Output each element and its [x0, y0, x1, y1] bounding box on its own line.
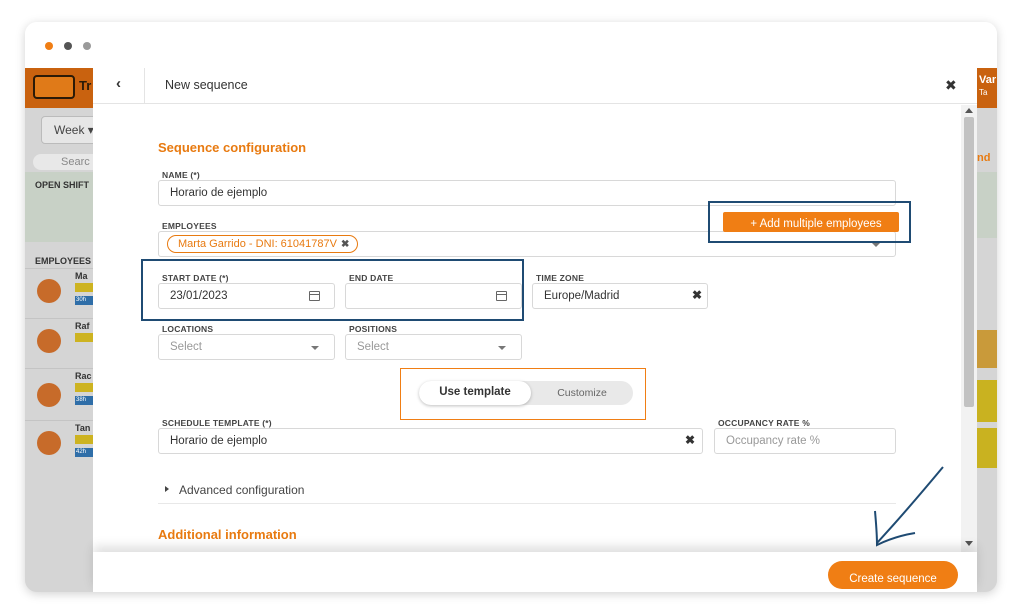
end-date-field[interactable]	[345, 283, 522, 309]
section-title-configuration: Sequence configuration	[158, 140, 307, 155]
employee-row[interactable]: Ma 30h	[25, 268, 93, 318]
window-dot-orange	[45, 42, 53, 50]
employee-name: Rac	[75, 371, 92, 381]
open-shifts-label: OPEN SHIFT	[25, 172, 93, 242]
scroll-up-icon[interactable]	[965, 108, 973, 113]
add-multiple-employees-button[interactable]: + Add multiple employees	[723, 212, 899, 232]
advanced-configuration-toggle[interactable]: Advanced configuration	[179, 483, 304, 497]
scroll-down-icon[interactable]	[965, 541, 973, 546]
employees-label: EMPLOYEES	[162, 221, 217, 231]
right-label: nd	[977, 152, 991, 164]
section-title-additional: Additional information	[158, 527, 297, 542]
employees-heading: EMPLOYEES	[35, 256, 92, 266]
hours-badge: 42h	[75, 448, 93, 457]
avatar	[37, 383, 61, 407]
employee-name: Raf	[75, 321, 90, 331]
app-area: Tr Week ▾ Searc OPEN SHIFT EMPLOYEES Ma …	[25, 68, 997, 592]
chevron-down-icon[interactable]	[872, 243, 880, 247]
week-selector[interactable]: Week ▾	[41, 116, 93, 144]
employee-chip[interactable]: Marta Garrido - DNI: 61041787V ✖	[167, 235, 359, 253]
window-dot-gray	[83, 42, 91, 50]
right-header-sub: Ta	[979, 88, 988, 97]
end-date-label: END DATE	[349, 273, 394, 283]
chevron-right-icon[interactable]	[165, 486, 169, 492]
employee-row[interactable]: Raf	[25, 318, 93, 368]
create-sequence-button[interactable]: Create sequence	[828, 561, 958, 589]
occupancy-input[interactable]: Occupancy rate %	[714, 428, 896, 454]
hours-badge: 30h	[75, 296, 93, 305]
avatar	[37, 431, 61, 455]
right-header: Var Ta	[977, 68, 997, 108]
employee-name: Tan	[75, 423, 91, 433]
timezone-value: Europe/Madrid	[544, 290, 620, 302]
start-date-value: 23/01/2023	[170, 290, 228, 302]
background-search[interactable]: Searc	[33, 154, 93, 170]
scrollbar[interactable]	[961, 105, 977, 552]
close-icon[interactable]: ✖	[945, 77, 957, 94]
use-template-option[interactable]: Use template	[419, 381, 531, 405]
clear-icon[interactable]: ✖	[685, 433, 695, 447]
divider	[158, 503, 896, 504]
chevron-left-icon[interactable]: ‹	[93, 68, 145, 104]
locations-placeholder: Select	[170, 341, 202, 353]
positions-select[interactable]: Select	[345, 334, 522, 360]
close-icon[interactable]: ✖	[341, 239, 349, 250]
locations-select[interactable]: Select	[158, 334, 335, 360]
warning-badge	[75, 435, 93, 444]
employee-name: Ma	[75, 271, 88, 281]
warning-badge	[75, 333, 93, 342]
employee-row[interactable]: Rac 38h	[25, 368, 93, 420]
occupancy-placeholder: Occupancy rate %	[726, 435, 820, 447]
background-schedule-right: Var Ta nd	[977, 68, 997, 592]
modal-footer: Create sequence	[93, 552, 977, 592]
calendar-icon[interactable]	[309, 291, 320, 301]
employee-row[interactable]: Tan 42h	[25, 420, 93, 470]
clear-icon[interactable]: ✖	[692, 288, 702, 302]
warning-badge	[75, 383, 93, 392]
template-toggle[interactable]: Use template Customize	[419, 381, 633, 405]
window-dot-dark	[64, 42, 72, 50]
chevron-down-icon[interactable]	[498, 346, 506, 350]
background-topbar: Tr	[25, 68, 93, 108]
timezone-field[interactable]: Europe/Madrid ✖	[532, 283, 708, 309]
start-date-field[interactable]: 23/01/2023	[158, 283, 335, 309]
start-date-label: START DATE (*)	[162, 273, 229, 283]
scroll-thumb[interactable]	[964, 117, 974, 407]
modal-title: New sequence	[165, 78, 248, 92]
background-schedule: Tr Week ▾ Searc OPEN SHIFT EMPLOYEES Ma …	[25, 68, 93, 592]
schedule-template-label: SCHEDULE TEMPLATE (*)	[162, 418, 272, 428]
avatar	[37, 279, 61, 303]
logo-icon	[33, 75, 75, 99]
modal-body: Sequence configuration NAME (*) Horario …	[93, 105, 961, 552]
right-header-text: Var	[979, 74, 997, 86]
calendar-icon[interactable]	[496, 291, 507, 301]
name-label: NAME (*)	[162, 170, 200, 180]
schedule-template-field[interactable]: Horario de ejemplo ✖	[158, 428, 703, 454]
hours-badge: 38h	[75, 396, 93, 405]
positions-placeholder: Select	[357, 341, 389, 353]
browser-window: Tr Week ▾ Searc OPEN SHIFT EMPLOYEES Ma …	[25, 22, 997, 592]
locations-label: LOCATIONS	[162, 324, 214, 334]
arrow-annotation-icon	[874, 466, 944, 547]
employee-chip-label: Marta Garrido - DNI: 61041787V	[178, 238, 337, 250]
schedule-template-value: Horario de ejemplo	[170, 435, 268, 447]
shift-cell[interactable]	[977, 428, 997, 468]
customize-option[interactable]: Customize	[531, 381, 633, 405]
new-sequence-modal: ‹ New sequence ✖ Sequence configuration …	[93, 68, 977, 592]
occupancy-label: OCCUPANCY RATE %	[718, 418, 810, 428]
timezone-label: TIME ZONE	[536, 273, 585, 283]
chevron-down-icon[interactable]	[311, 346, 319, 350]
window-chrome	[25, 22, 997, 68]
shift-cell[interactable]	[977, 330, 997, 368]
avatar	[37, 329, 61, 353]
shift-cell[interactable]	[977, 380, 997, 422]
brand-name: Tr	[79, 78, 92, 93]
open-shift-cell	[977, 172, 997, 238]
name-value: Horario de ejemplo	[170, 187, 268, 199]
modal-header: ‹ New sequence ✖	[93, 68, 977, 104]
positions-label: POSITIONS	[349, 324, 398, 334]
warning-badge	[75, 283, 93, 292]
